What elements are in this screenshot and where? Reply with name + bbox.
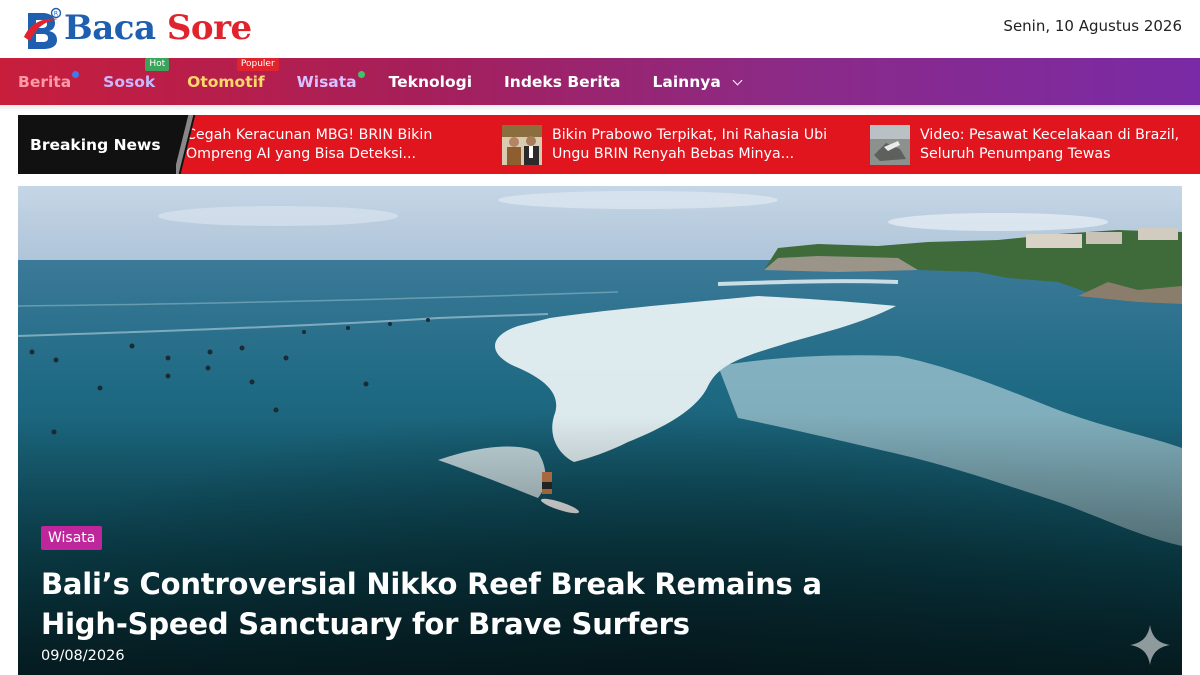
hero-headline[interactable]: Bali’s Controversial Nikko Reef Break Re… [41, 564, 861, 644]
hero-publish-date: 09/08/2026 [41, 648, 125, 664]
thumbnail-image-icon [870, 125, 910, 165]
hot-badge: Hot [145, 57, 170, 71]
breaking-news-label: Breaking News [18, 115, 176, 174]
chevron-down-icon [732, 75, 743, 85]
nav-item-label: Teknologi [388, 72, 473, 91]
logo-b-icon: R [24, 7, 62, 49]
nav-item-label: Indeks Berita [504, 72, 621, 91]
nav-item-teknologi[interactable]: Teknologi [389, 73, 472, 91]
nav-item-label: Berita [18, 72, 72, 91]
current-date: Senin, 10 Agustus 2026 [1003, 17, 1182, 35]
nav-item-label: Sosok [103, 72, 156, 91]
nav-item-label: Lainnya [652, 72, 721, 91]
nav-item-sosok[interactable]: Sosok Hot [103, 57, 170, 91]
nav-item-berita[interactable]: Berita [18, 70, 80, 91]
breaking-thumbnail [870, 125, 910, 165]
nav-item-otomotif[interactable]: Otomotif Populer [187, 57, 279, 91]
logo-wordmark: Baca Sore [64, 11, 252, 45]
breaking-thumbnail [502, 125, 542, 165]
breaking-item-title: Cegah Keracunan MBG! BRIN Bikin Ompreng … [186, 127, 433, 162]
nav-item-label: Wisata [296, 72, 357, 91]
breaking-item[interactable]: Cegah Keracunan MBG! BRIN Bikin Ompreng … [186, 124, 486, 166]
site-logo[interactable]: R Baca Sore [20, 4, 252, 52]
hero-article[interactable]: Wisata Bali’s Controversial Nikko Reef B… [18, 186, 1182, 675]
svg-text:R: R [54, 10, 58, 17]
nav-shadow [0, 105, 1200, 111]
breaking-item[interactable]: Bikin Prabowo Terpikat, Ini Rahasia Ubi … [502, 124, 832, 166]
logo-word-sore: Sore [166, 8, 252, 48]
breaking-item[interactable]: Video: Pesawat Kecelakaan di Brazil, Sel… [870, 124, 1195, 166]
breaking-news-ticker: Breaking News Cegah Keracunan MBG! BRIN … [18, 115, 1200, 174]
main-nav: Berita Sosok Hot Otomotif Populer Wisata… [0, 57, 1200, 105]
new-dot-icon [357, 70, 365, 78]
breaking-item-title: Video: Pesawat Kecelakaan di Brazil, Sel… [920, 127, 1180, 162]
nav-item-lainnya[interactable]: Lainnya [652, 72, 743, 91]
breaking-item-title: Bikin Prabowo Terpikat, Ini Rahasia Ubi … [552, 127, 828, 162]
logo-word-baca: Baca [64, 8, 156, 48]
nav-item-wisata[interactable]: Wisata [296, 70, 365, 91]
popular-badge: Populer [236, 57, 279, 71]
site-header: R Baca Sore Senin, 10 Agustus 2026 [0, 0, 1200, 58]
new-dot-icon [72, 70, 80, 78]
category-tag[interactable]: Wisata [41, 526, 103, 550]
sparkle-icon [1130, 625, 1170, 665]
thumbnail-image-icon [502, 125, 542, 165]
nav-item-label: Otomotif [187, 72, 265, 91]
nav-item-indeks-berita[interactable]: Indeks Berita [504, 73, 621, 91]
